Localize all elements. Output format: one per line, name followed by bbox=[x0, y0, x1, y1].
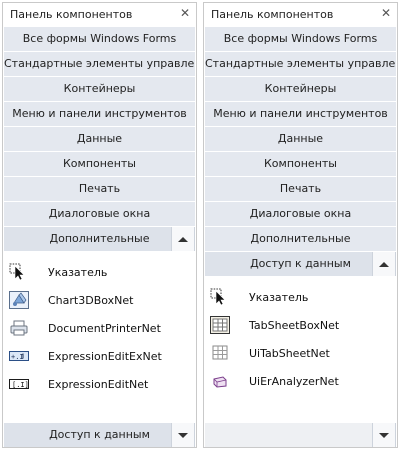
tool-label: ExpressionEditNet bbox=[48, 378, 149, 391]
category-label: Меню и панели инструментов bbox=[12, 107, 187, 120]
tool-label: UiErAnalyzerNet bbox=[249, 375, 339, 388]
pointer-icon bbox=[9, 263, 25, 281]
printer-icon bbox=[10, 320, 28, 336]
scroll-strip bbox=[205, 423, 396, 447]
toolbox-panel-left: Панель компонентов ✕ Все формы Windows F… bbox=[2, 2, 197, 448]
category-dialogs[interactable]: Диалоговые окна bbox=[205, 202, 396, 226]
tool-label: Chart3DBoxNet bbox=[48, 294, 134, 307]
chevron-up-icon bbox=[178, 236, 188, 242]
tabsheet-icon bbox=[210, 316, 230, 334]
category-menus-toolbars[interactable]: Меню и панели инструментов bbox=[205, 102, 396, 126]
tool-label: Указатель bbox=[48, 266, 108, 279]
tool-label: UiTabSheetNet bbox=[249, 347, 330, 360]
category-label: Стандартные элементы управления bbox=[205, 57, 396, 70]
category-label: Печать bbox=[78, 182, 121, 195]
category-label: Стандартные элементы управления bbox=[4, 57, 195, 70]
tool-item[interactable]: Chart3DBoxNet bbox=[4, 287, 195, 313]
category-label: Все формы Windows Forms bbox=[223, 32, 378, 45]
toolbox-content: Все формы Windows Forms Стандартные элем… bbox=[205, 27, 396, 447]
category-all-windows-forms[interactable]: Все формы Windows Forms bbox=[4, 27, 195, 51]
category-data-access[interactable]: Доступ к данным bbox=[205, 252, 396, 276]
tool-item[interactable]: Указатель bbox=[205, 284, 396, 310]
tool-label: ExpressionEditExNet bbox=[48, 350, 162, 363]
tool-item[interactable]: DocumentPrinterNet bbox=[4, 315, 195, 341]
tool-item[interactable]: UiTabSheetNet bbox=[205, 340, 396, 366]
panel-title: Панель компонентов bbox=[211, 8, 334, 21]
er-analyzer-icon bbox=[213, 376, 227, 388]
category-menus-toolbars[interactable]: Меню и панели инструментов bbox=[4, 102, 195, 126]
toolbox-panel-right: Панель компонентов ✕ Все формы Windows F… bbox=[203, 2, 398, 448]
category-printing[interactable]: Печать bbox=[205, 177, 396, 201]
tool-item[interactable]: UiErAnalyzerNet bbox=[205, 368, 396, 394]
tool-item[interactable]: +.I ExpressionEditExNet bbox=[4, 343, 195, 369]
category-label: Диалоговые окна bbox=[48, 207, 151, 220]
category-data-access[interactable]: Доступ к данным bbox=[4, 423, 195, 447]
category-label: Все формы Windows Forms bbox=[22, 32, 177, 45]
chart3d-icon bbox=[9, 291, 29, 309]
tool-label: TabSheetBoxNet bbox=[249, 319, 340, 332]
scroll-up-button[interactable] bbox=[372, 252, 396, 276]
category-additional[interactable]: Дополнительные bbox=[4, 227, 195, 251]
pointer-icon bbox=[210, 288, 226, 306]
category-components[interactable]: Компоненты bbox=[4, 152, 195, 176]
category-all-windows-forms[interactable]: Все формы Windows Forms bbox=[205, 27, 396, 51]
chevron-down-icon bbox=[178, 432, 188, 438]
category-data[interactable]: Данные bbox=[205, 127, 396, 151]
chevron-up-icon bbox=[379, 261, 389, 267]
tool-label: Указатель bbox=[249, 291, 309, 304]
tool-item[interactable]: TabSheetBoxNet bbox=[205, 312, 396, 338]
category-printing[interactable]: Печать bbox=[4, 177, 195, 201]
close-icon[interactable]: ✕ bbox=[380, 6, 392, 20]
category-label: Компоненты bbox=[263, 157, 337, 170]
tool-label: DocumentPrinterNet bbox=[48, 322, 161, 335]
toolbox-content: Все формы Windows Forms Стандартные элем… bbox=[4, 27, 195, 447]
category-components[interactable]: Компоненты bbox=[205, 152, 396, 176]
tool-item[interactable]: [.I] ExpressionEditNet bbox=[4, 371, 195, 397]
category-label: Компоненты bbox=[62, 157, 136, 170]
category-containers[interactable]: Контейнеры bbox=[4, 77, 195, 101]
close-icon[interactable]: ✕ bbox=[179, 6, 191, 20]
category-standard-controls[interactable]: Стандартные элементы управления bbox=[4, 52, 195, 76]
category-containers[interactable]: Контейнеры bbox=[205, 77, 396, 101]
category-label: Данные bbox=[277, 132, 324, 145]
panel-titlebar: Панель компонентов ✕ bbox=[3, 3, 196, 25]
ui-tabsheet-icon bbox=[212, 345, 228, 360]
panel-title: Панель компонентов bbox=[10, 8, 133, 21]
category-label: Дополнительные bbox=[250, 232, 351, 245]
category-label: Меню и панели инструментов bbox=[213, 107, 388, 120]
category-label: Контейнеры bbox=[63, 82, 136, 95]
tool-item[interactable]: Указатель bbox=[4, 259, 195, 285]
category-data[interactable]: Данные bbox=[4, 127, 195, 151]
expression-editor-ex-icon: +.I bbox=[9, 351, 29, 361]
category-dialogs[interactable]: Диалоговые окна bbox=[4, 202, 195, 226]
expression-editor-icon: [.I] bbox=[9, 379, 29, 389]
category-label: Доступ к данным bbox=[49, 428, 150, 441]
category-label: Диалоговые окна bbox=[249, 207, 352, 220]
scroll-down-button[interactable] bbox=[372, 423, 396, 447]
category-standard-controls[interactable]: Стандартные элементы управления bbox=[205, 52, 396, 76]
scroll-up-button[interactable] bbox=[171, 227, 195, 251]
panel-titlebar: Панель компонентов ✕ bbox=[204, 3, 397, 25]
category-label: Печать bbox=[279, 182, 322, 195]
category-label: Доступ к данным bbox=[250, 257, 351, 270]
svg-text:[.I]: [.I] bbox=[12, 381, 29, 389]
svg-text:+.I: +.I bbox=[11, 353, 24, 361]
chevron-down-icon bbox=[379, 432, 389, 438]
scroll-down-button[interactable] bbox=[171, 423, 195, 447]
category-additional[interactable]: Дополнительные bbox=[205, 227, 396, 251]
category-label: Контейнеры bbox=[264, 82, 337, 95]
category-label: Дополнительные bbox=[49, 232, 150, 245]
category-label: Данные bbox=[76, 132, 123, 145]
